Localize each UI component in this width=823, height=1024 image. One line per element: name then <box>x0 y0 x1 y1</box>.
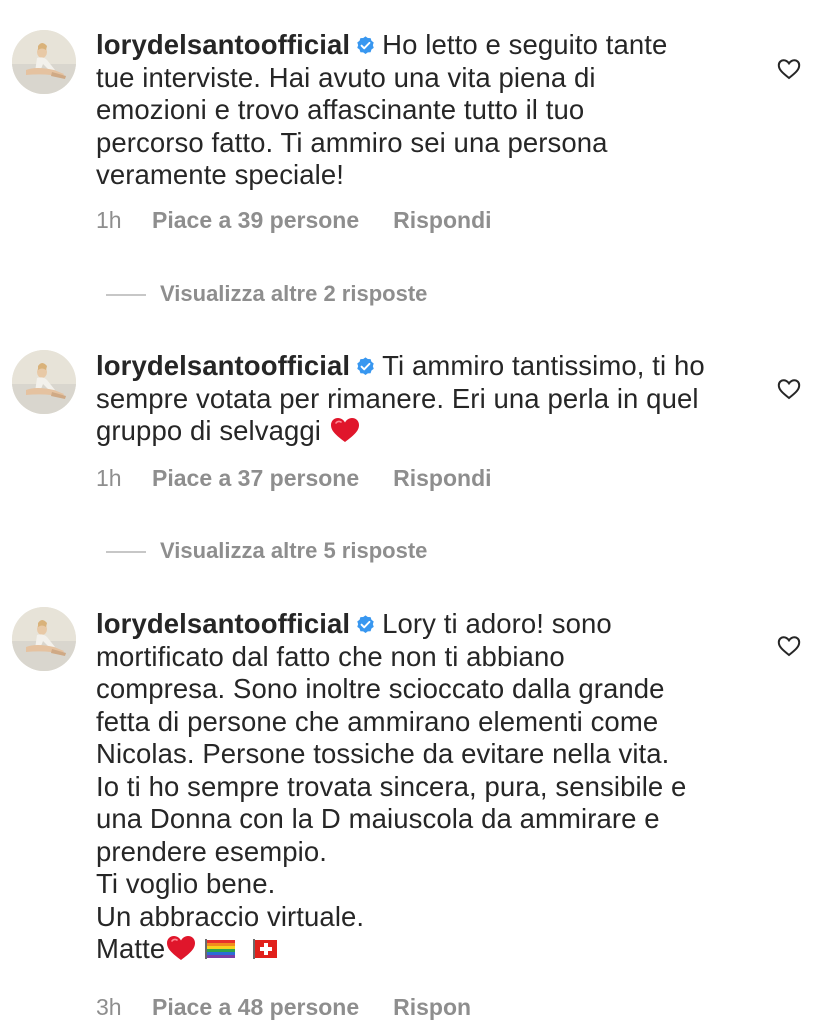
verified-badge-icon <box>357 615 374 633</box>
view-replies-button[interactable]: Visualizza altre 5 risposte <box>106 538 427 564</box>
avatar-image <box>12 607 76 671</box>
comment-line: veramente speciale! <box>96 159 345 190</box>
divider-line <box>106 551 146 554</box>
comment-text: lorydelsantoofficial Ho letto e seguito t… <box>96 29 746 192</box>
comment-line: compresa. Sono inoltre scioccato dalla g… <box>96 673 665 704</box>
view-replies-label: Visualizza altre 5 risposte <box>160 538 428 563</box>
comment-line: Lory ti adoro! sono <box>382 608 612 639</box>
comment-meta: 1h Piace a 37 persone Rispondi <box>96 465 492 492</box>
comment-line: tue interviste. Hai avuto una vita piena… <box>96 61 596 93</box>
likes-count-link[interactable]: Piace a 39 persone <box>152 207 359 234</box>
comment-username[interactable]: lorydelsantoofficial <box>96 608 350 639</box>
comment-time: 3h <box>96 994 122 1020</box>
comment-line: Matte <box>96 933 166 964</box>
comment-line: Un abbraccio virtuale. <box>96 900 365 932</box>
heart-outline-icon[interactable] <box>777 378 801 400</box>
likes-count-link[interactable]: Piace a 37 persone <box>152 465 359 492</box>
comment-line: percorso fatto. Ti ammiro sei una person… <box>96 126 608 158</box>
comment-line: emozioni e trovo affascinante tutto il t… <box>96 94 585 125</box>
comment-line: Ti voglio bene. <box>96 868 276 899</box>
swiss-flag-emoji <box>252 939 277 959</box>
divider-line <box>106 294 146 297</box>
avatar[interactable] <box>12 607 76 671</box>
comment-username[interactable]: lorydelsantoofficial <box>96 29 350 60</box>
comment-username[interactable]: lorydelsantoofficial <box>96 350 350 381</box>
comment-text: lorydelsantoofficial Lory ti adoro! sono … <box>96 608 746 966</box>
verified-badge-icon <box>357 36 374 54</box>
avatar-image <box>12 30 76 94</box>
comment-line: Ti ammiro tantissimo, ti ho <box>382 350 705 381</box>
rainbow-flag-emoji <box>205 939 236 959</box>
comment-time: 1h <box>96 465 122 491</box>
comment-line: Nicolas. Persone tossiche da evitare nel… <box>96 738 670 769</box>
comment-line: una Donna con la D maiuscola da ammirare… <box>96 803 660 834</box>
avatar[interactable] <box>12 350 76 414</box>
avatar-image <box>12 350 76 414</box>
likes-count-link[interactable]: Piace a 48 persone <box>152 994 359 1021</box>
reply-button[interactable]: Rispon <box>393 994 471 1021</box>
red-heart-emoji <box>167 936 196 960</box>
comment-line: prendere esempio. <box>96 835 328 867</box>
comment-line: fetta di persone che ammirano elementi c… <box>96 705 659 737</box>
verified-badge-icon <box>357 357 374 375</box>
reply-button[interactable]: Rispondi <box>393 465 491 492</box>
comment-meta: 1h Piace a 39 persone Rispondi <box>96 207 492 234</box>
comment-line: mortificato dal fatto che non ti abbiano <box>96 640 565 672</box>
comment-line: Io ti ho sempre trovata sincera, pura, s… <box>96 770 687 802</box>
avatar[interactable] <box>12 30 76 94</box>
heart-outline-icon[interactable] <box>777 635 801 657</box>
comment-time: 1h <box>96 207 122 233</box>
comment-meta: 3h Piace a 48 persone Rispon <box>96 994 471 1021</box>
red-heart-emoji <box>330 418 359 442</box>
comment-line: sempre votata per rimanere. Eri una perl… <box>96 382 699 414</box>
heart-outline-icon[interactable] <box>777 58 801 80</box>
view-replies-label: Visualizza altre 2 risposte <box>160 281 428 306</box>
reply-button[interactable]: Rispondi <box>393 207 491 234</box>
comment-line: Ho letto e seguito tante <box>382 29 668 60</box>
comment-text: lorydelsantoofficial Ti ammiro tantissimo… <box>96 350 746 448</box>
view-replies-button[interactable]: Visualizza altre 2 risposte <box>106 281 427 307</box>
comment-line: gruppo di selvaggi <box>96 415 322 446</box>
